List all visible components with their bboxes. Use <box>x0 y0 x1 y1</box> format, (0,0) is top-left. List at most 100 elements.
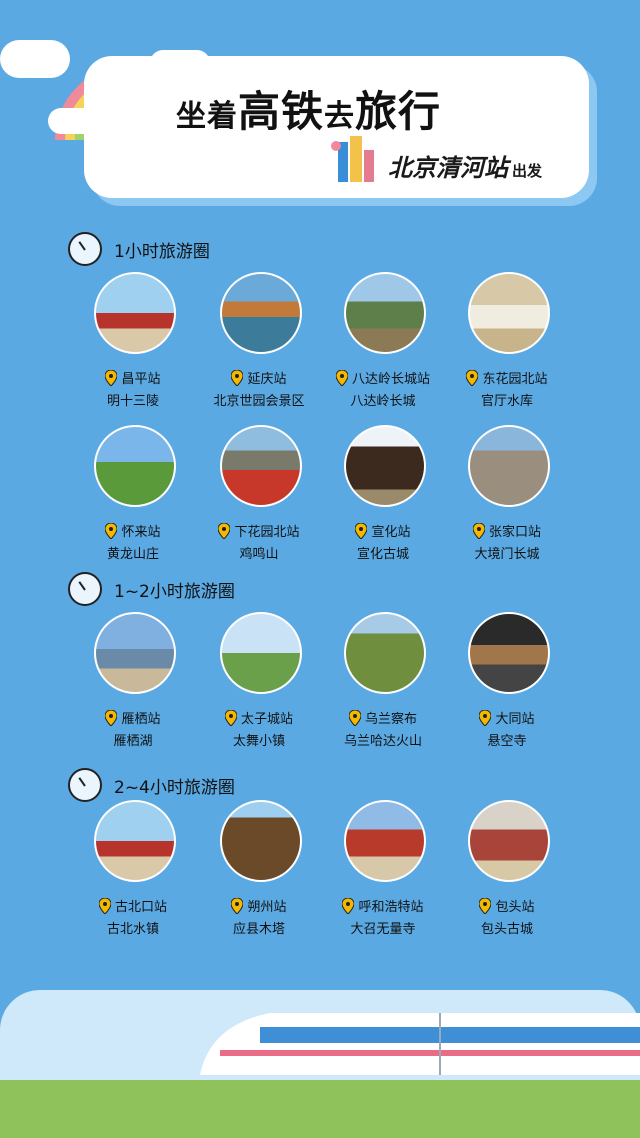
station-line: 包头站 <box>442 896 572 915</box>
attraction-photo <box>468 272 550 354</box>
attraction-name: 太舞小镇 <box>232 734 285 749</box>
station-name: 呼和浩特站 <box>358 900 424 915</box>
station-name: 张家口站 <box>488 525 541 540</box>
attraction-photo <box>94 425 176 507</box>
attraction-photo <box>468 800 550 882</box>
subtitle-suffix: 出发 <box>512 162 543 180</box>
title-part: 坐着 <box>176 99 238 134</box>
station-line: 呼和浩特站 <box>318 896 448 915</box>
attraction-caption: 怀来站黄龙山庄 <box>68 521 198 562</box>
attraction-name: 古北水镇 <box>106 922 159 937</box>
attraction-name: 宣化古城 <box>356 547 409 562</box>
attraction-name: 大境门长城 <box>474 547 540 562</box>
attraction-caption: 呼和浩特站大召无量寺 <box>318 896 448 937</box>
station-line: 宣化站 <box>318 521 448 540</box>
location-pin-icon <box>466 369 479 386</box>
location-pin-icon <box>479 897 492 914</box>
attraction-caption: 昌平站明十三陵 <box>68 368 198 409</box>
location-pin-icon <box>342 897 355 914</box>
station-name: 太子城站 <box>240 712 293 727</box>
station-name: 朔州站 <box>247 900 287 915</box>
location-pin-icon <box>105 709 118 726</box>
location-pin-icon <box>98 897 111 914</box>
station-name: 乌兰察布 <box>364 712 417 727</box>
attraction-name: 雁栖湖 <box>113 734 153 749</box>
section-title: 2~4小时旅游圈 <box>114 777 235 798</box>
attraction-photo <box>468 425 550 507</box>
attraction-caption: 东花园北站 官厅水库 <box>442 368 572 409</box>
station-line: 东花园北站 <box>442 368 572 387</box>
location-pin-icon <box>472 522 485 539</box>
station-line: 大同站 <box>442 708 572 727</box>
attraction-name: 北京世园会景区 <box>213 394 305 409</box>
attraction-photo <box>94 800 176 882</box>
clock-icon <box>68 572 102 606</box>
clock-icon <box>68 232 102 266</box>
station-line: 昌平站 <box>68 368 198 387</box>
city-illustration-icon <box>331 136 374 182</box>
attraction-photo <box>220 800 302 882</box>
attraction-photo <box>344 425 426 507</box>
station-name: 下花园北站 <box>234 525 300 540</box>
clock-icon <box>68 768 102 802</box>
station-name: 包头站 <box>495 900 535 915</box>
attraction-photo <box>94 612 176 694</box>
attraction-photo <box>220 612 302 694</box>
grass-ground <box>0 1080 640 1138</box>
attraction-caption: 乌兰察布乌兰哈达火山 <box>318 708 448 749</box>
attraction-caption: 太子城站太舞小镇 <box>194 708 324 749</box>
attraction-name: 官厅水库 <box>480 394 533 409</box>
section-header: 1~2小时旅游圈 <box>68 572 235 606</box>
attraction-name: 大召无量寺 <box>350 922 416 937</box>
attraction-caption: 下花园北站鸡鸣山 <box>194 521 324 562</box>
attraction-caption: 雁栖站雁栖湖 <box>68 708 198 749</box>
attraction-photo <box>344 612 426 694</box>
station-name: 东花园北站 <box>482 372 548 387</box>
station-name: 昌平站 <box>121 372 161 387</box>
station-line: 八达岭长城站 <box>318 368 448 387</box>
station-line: 延庆站 <box>194 368 324 387</box>
attraction-caption: 朔州站应县木塔 <box>194 896 324 937</box>
station-name: 怀来站 <box>121 525 161 540</box>
station-name: 雁栖站 <box>121 712 161 727</box>
attraction-name: 明十三陵 <box>106 394 159 409</box>
attraction-photo <box>220 425 302 507</box>
attraction-photo <box>344 800 426 882</box>
station-name: 宣化站 <box>371 525 411 540</box>
location-pin-icon <box>224 709 237 726</box>
page-title: 坐着高铁去旅行 <box>176 78 441 139</box>
station-line: 怀来站 <box>68 521 198 540</box>
attraction-caption: 延庆站北京世园会景区 <box>194 368 324 409</box>
attraction-name: 八达岭长城 <box>350 394 416 409</box>
attraction-name: 应县木塔 <box>232 922 285 937</box>
attraction-photo <box>468 612 550 694</box>
section-title: 1~2小时旅游圈 <box>114 581 235 602</box>
station-line: 古北口站 <box>68 896 198 915</box>
attraction-caption: 古北口站 古北水镇 <box>68 896 198 937</box>
attraction-name: 包头古城 <box>480 922 533 937</box>
departure-station: 北京清河站 出发 <box>388 148 542 183</box>
title-part: 去 <box>324 99 356 134</box>
section-header: 1小时旅游圈 <box>68 232 210 266</box>
station-name: 八达岭长城站 <box>351 372 430 387</box>
location-pin-icon <box>479 709 492 726</box>
location-pin-icon <box>348 709 361 726</box>
attraction-name: 黄龙山庄 <box>106 547 159 562</box>
attraction-caption: 包头站包头古城 <box>442 896 572 937</box>
attraction-caption: 宣化站宣化古城 <box>318 521 448 562</box>
attraction-name: 鸡鸣山 <box>239 547 279 562</box>
attraction-name: 乌兰哈达火山 <box>343 734 422 749</box>
station-line: 张家口站 <box>442 521 572 540</box>
location-pin-icon <box>231 897 244 914</box>
location-pin-icon <box>335 369 348 386</box>
station-line: 太子城站 <box>194 708 324 727</box>
station-line: 朔州站 <box>194 896 324 915</box>
title-part: 高铁 <box>238 87 325 136</box>
station-line: 下花园北站 <box>194 521 324 540</box>
attraction-caption: 八达岭长城站 八达岭长城 <box>318 368 448 409</box>
title-part: 旅行 <box>355 87 442 136</box>
station-name: 延庆站 <box>247 372 287 387</box>
location-pin-icon <box>355 522 368 539</box>
section-title: 1小时旅游圈 <box>114 241 210 262</box>
station-name: 北京清河站 <box>388 154 508 182</box>
